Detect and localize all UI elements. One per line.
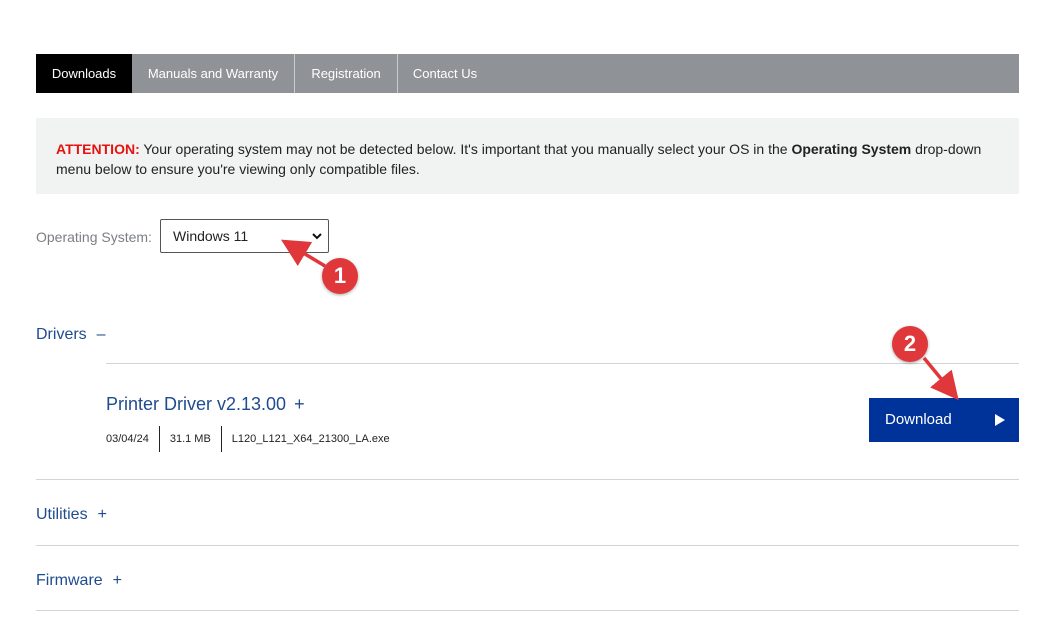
tab-bar: Downloads Manuals and Warranty Registrat…: [36, 54, 1019, 93]
driver-name-link[interactable]: Printer Driver v2.13.00 +: [106, 394, 305, 415]
section-firmware-label: Firmware: [36, 572, 103, 589]
chevron-down-icon: [312, 233, 322, 240]
tab-registration[interactable]: Registration: [295, 54, 398, 93]
driver-size: 31.1 MB: [158, 426, 221, 452]
attention-bold-os: Operating System: [791, 141, 912, 157]
section-utilities-toggle[interactable]: Utilities +: [36, 506, 107, 524]
expand-icon: +: [294, 394, 305, 414]
divider: [36, 479, 1019, 480]
os-label: Operating System:: [36, 229, 152, 245]
attention-notice: ATTENTION: Your operating system may not…: [36, 118, 1019, 194]
expand-icon: +: [112, 572, 123, 589]
os-selected-value: Windows 11: [173, 228, 249, 244]
section-drivers-toggle[interactable]: Drivers –: [36, 326, 106, 344]
section-firmware-toggle[interactable]: Firmware +: [36, 572, 122, 590]
annotation-arrows: [280, 239, 959, 401]
section-drivers-label: Drivers: [36, 326, 87, 343]
play-icon: [995, 414, 1005, 426]
divider: [36, 545, 1019, 546]
collapse-icon: –: [96, 326, 106, 343]
tab-contact-us[interactable]: Contact Us: [398, 54, 492, 93]
attention-label: ATTENTION:: [56, 141, 140, 157]
driver-date: 03/04/24: [106, 433, 149, 445]
driver-file: L120_L121_X64_21300_LA.exe: [220, 426, 400, 452]
tab-downloads[interactable]: Downloads: [36, 54, 132, 93]
divider: [36, 610, 1019, 611]
download-button[interactable]: Download: [869, 398, 1019, 442]
driver-meta: 03/04/24 31.1 MB L120_L121_X64_21300_LA.…: [106, 426, 400, 452]
tab-manuals-and-warranty[interactable]: Manuals and Warranty: [132, 54, 295, 93]
driver-name: Printer Driver v2.13.00: [106, 394, 287, 414]
expand-icon: +: [97, 506, 107, 523]
divider: [106, 363, 1019, 364]
section-utilities-label: Utilities: [36, 506, 88, 523]
download-label: Download: [885, 411, 952, 428]
annotation-badge-1: 1: [322, 258, 358, 294]
os-select[interactable]: Windows 11: [160, 219, 329, 253]
annotation-badge-2: 2: [892, 326, 928, 362]
attention-text-1: Your operating system may not be detecte…: [139, 141, 792, 157]
